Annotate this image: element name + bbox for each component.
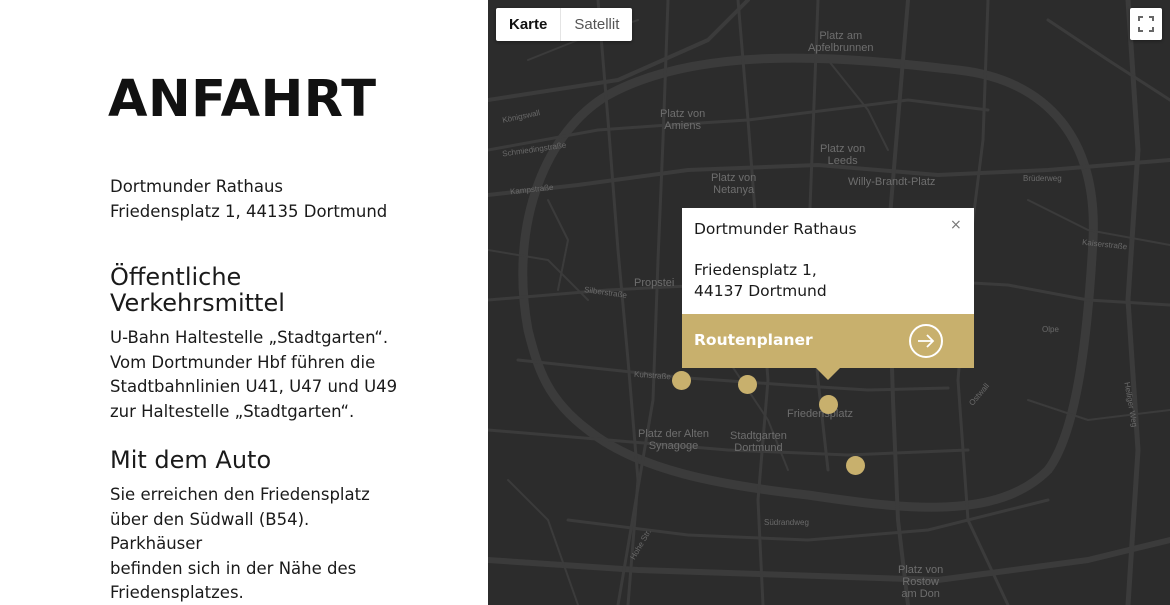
label-line: Dortmund (734, 442, 783, 454)
fullscreen-button[interactable] (1130, 8, 1162, 40)
public-transport-heading-line-1: Öffentliche (110, 263, 242, 291)
car-text-line: Sie erreichen den Friedensplatz (110, 485, 370, 504)
close-icon[interactable]: × (950, 217, 962, 233)
label-street: Brüderweg (1023, 174, 1062, 183)
fullscreen-icon (1138, 16, 1154, 32)
label-line: Platz von (660, 108, 706, 120)
map-type-satellite-button[interactable]: Satellit (561, 8, 632, 41)
map[interactable]: Karte Satellit Platz am Apfelbrunnen Plat… (488, 0, 1170, 605)
label-line: am Don (901, 588, 940, 600)
route-planner-button[interactable]: Routenplaner (682, 314, 974, 368)
public-transport-text: U-Bahn Haltestelle „Stadtgarten“. Vom Do… (110, 326, 400, 424)
info-window-address-line-2: 44137 Dortmund (694, 282, 827, 300)
label-street: Olpe (1042, 325, 1059, 334)
label-platz-von-leeds: Platz von Leeds (820, 143, 865, 167)
car-text-line: Friedensplatzes. (110, 583, 244, 602)
label-line: Synagoge (648, 440, 699, 452)
info-window-address-line-1: Friedensplatz 1, (694, 261, 817, 279)
label-platz-von-rostow: Platz von Rostow am Don (898, 564, 943, 600)
address-line-1: Dortmunder Rathaus (110, 177, 284, 196)
public-transport-heading-line-2: Verkehrsmittel (110, 289, 285, 317)
label-platz-der-alten-synagoge: Platz der Alten Synagoge (638, 428, 709, 452)
car-text-line: über den Südwall (B54). Parkhäuser (110, 509, 310, 554)
map-marker[interactable] (846, 456, 865, 475)
directions-panel: ANFAHRT Dortmunder Rathaus Friedensplatz… (0, 0, 488, 605)
address-line-2: Friedensplatz 1, 44135 Dortmund (110, 202, 388, 221)
public-transport-text-line: U-Bahn Haltestelle „Stadtgarten“. (110, 328, 389, 347)
info-window-address: Friedensplatz 1, 44137 Dortmund (694, 260, 827, 302)
address: Dortmunder Rathaus Friedensplatz 1, 4413… (110, 174, 387, 224)
label-propstei: Propstei (634, 277, 675, 289)
label-stadtgarten-dortmund: Stadtgarten Dortmund (730, 430, 787, 454)
label-street: Südrandweg (764, 518, 809, 527)
public-transport-heading: Öffentliche Verkehrsmittel (110, 264, 410, 316)
label-willy-brandt-platz: Willy-Brandt-Platz (848, 176, 936, 188)
public-transport-text-line: zur Haltestelle „Stadtgarten“. (110, 401, 355, 421)
label-line: Leeds (827, 155, 858, 167)
car-text: Sie erreichen den Friedensplatz über den… (110, 483, 400, 605)
arrow-right-icon (909, 324, 943, 358)
info-window-title: Dortmunder Rathaus (694, 220, 857, 238)
label-line: Apfelbrunnen (808, 42, 874, 54)
public-transport-text-line: Stadtbahnlinien U41, U47 und U49 (110, 377, 398, 396)
label-platz-von-amiens: Platz von Amiens (660, 108, 705, 132)
label-line: Amiens (664, 120, 701, 132)
map-marker-rathaus[interactable] (819, 395, 838, 414)
car-text-line: befinden sich in der Nähe des (110, 558, 357, 578)
route-planner-label: Routenplaner (694, 331, 813, 349)
info-window: Dortmunder Rathaus × Friedensplatz 1, 44… (682, 208, 974, 380)
map-marker[interactable] (738, 375, 757, 394)
label-line: Rostow (902, 576, 939, 588)
label-line: Netanya (713, 184, 755, 196)
label-line: Stadtgarten (730, 430, 787, 442)
label-line: Platz am (819, 30, 863, 42)
label-line: Platz von (898, 564, 944, 576)
map-type-karte-button[interactable]: Karte (496, 8, 562, 41)
label-line: Platz von (711, 172, 757, 184)
map-marker[interactable] (672, 371, 691, 390)
label-line: Platz von (820, 143, 866, 155)
label-platz-von-netanya: Platz von Netanya (711, 172, 756, 196)
map-type-control: Karte Satellit (496, 8, 633, 41)
page-title: ANFAHRT (108, 70, 377, 129)
info-window-pointer (816, 368, 840, 380)
label-platz-am-apfelbrunnen: Platz am Apfelbrunnen (808, 30, 873, 54)
car-heading: Mit dem Auto (110, 446, 272, 474)
public-transport-text-line: Vom Dortmunder Hbf führen die (110, 352, 376, 372)
label-line: Platz der Alten (638, 428, 709, 440)
